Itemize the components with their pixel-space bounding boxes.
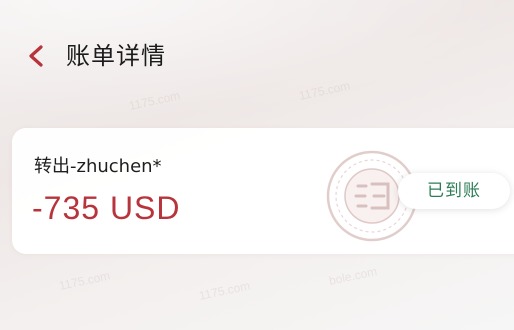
back-button[interactable] [20, 38, 56, 74]
svg-text:1175.com: 1175.com [198, 278, 252, 302]
transaction-card: 转出-zhuchen* -735 USD 已到账 [12, 128, 514, 254]
svg-text:1175.com: 1175.com [58, 268, 112, 292]
status-badge: 已到账 [398, 173, 510, 209]
page-header: 账单详情 [0, 0, 514, 110]
transaction-label: 转出-zhuchen* [34, 156, 162, 177]
svg-text:bole.com: bole.com [328, 264, 379, 288]
chevron-left-icon [29, 45, 43, 67]
page-title: 账单详情 [66, 42, 166, 70]
transaction-amount: -735 USD [32, 190, 181, 226]
